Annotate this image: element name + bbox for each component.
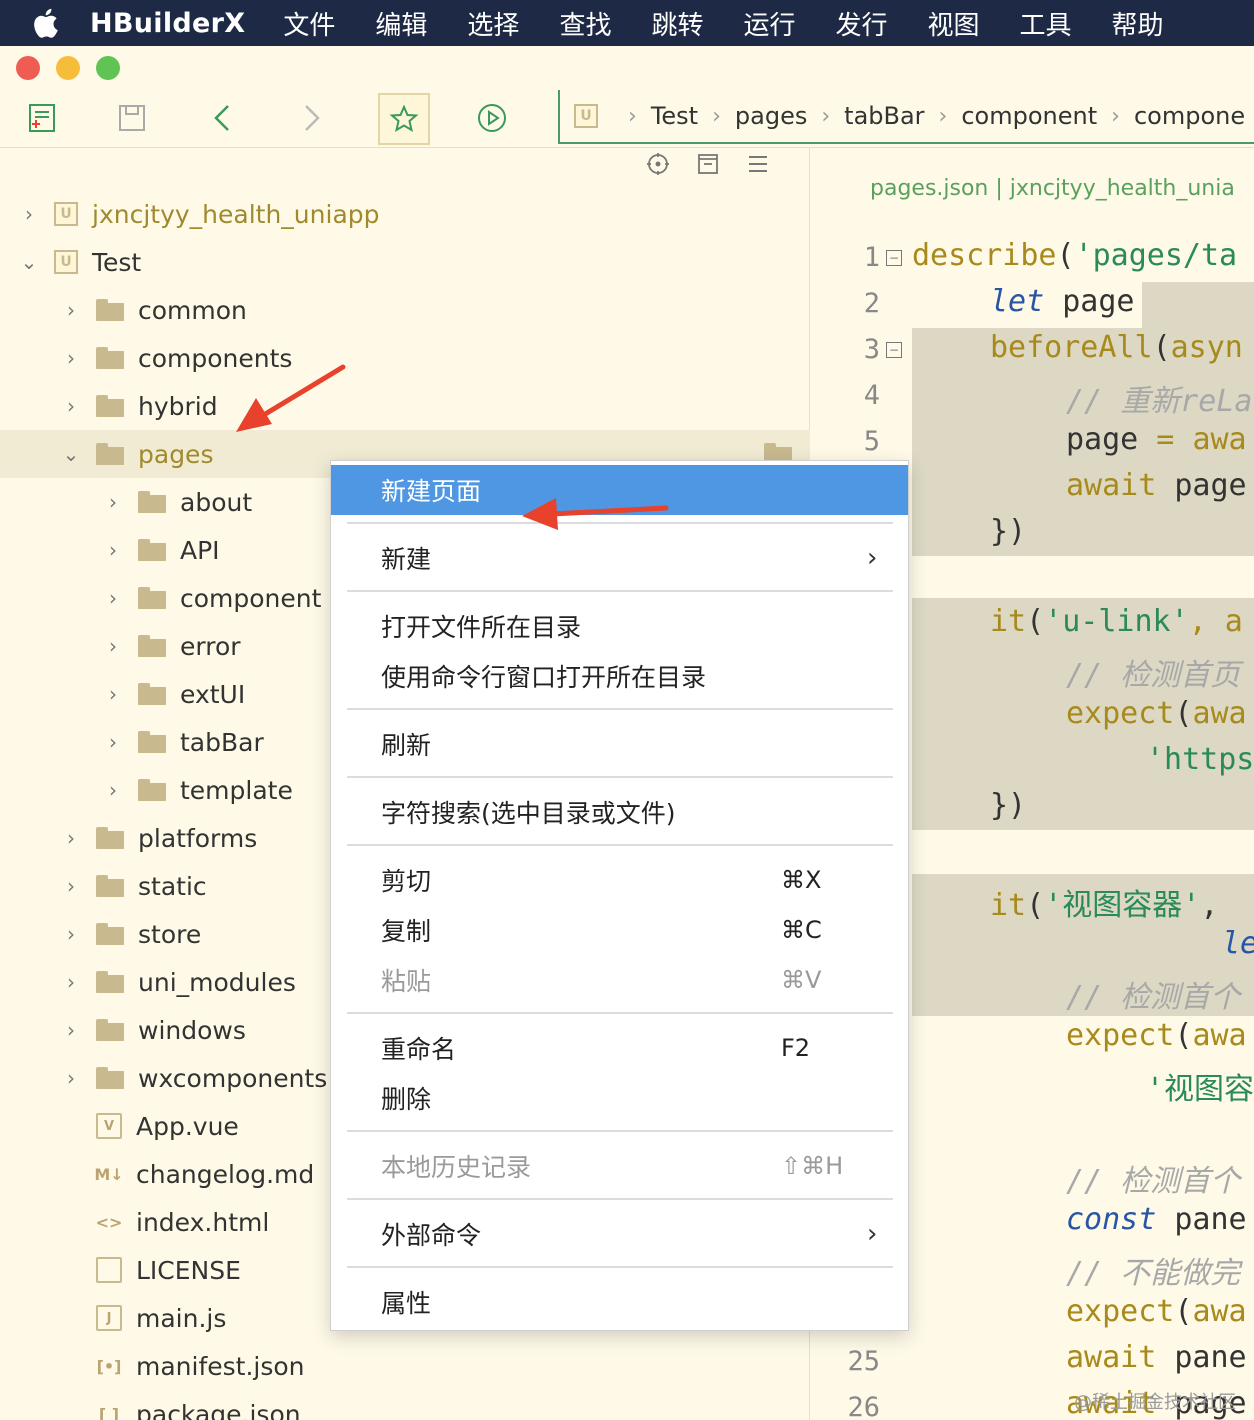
arrow-to-new-page-icon	[522, 498, 669, 530]
hbuilderx-window: HBuilderX 文件 编辑 选择 查找 跳转 运行 发行 视图 工具 帮助	[0, 0, 1254, 1420]
annotation-arrows	[236, 364, 669, 530]
arrow-to-pages-icon	[236, 364, 346, 432]
watermark: @稀土掘金技术社区	[1074, 1392, 1236, 1413]
